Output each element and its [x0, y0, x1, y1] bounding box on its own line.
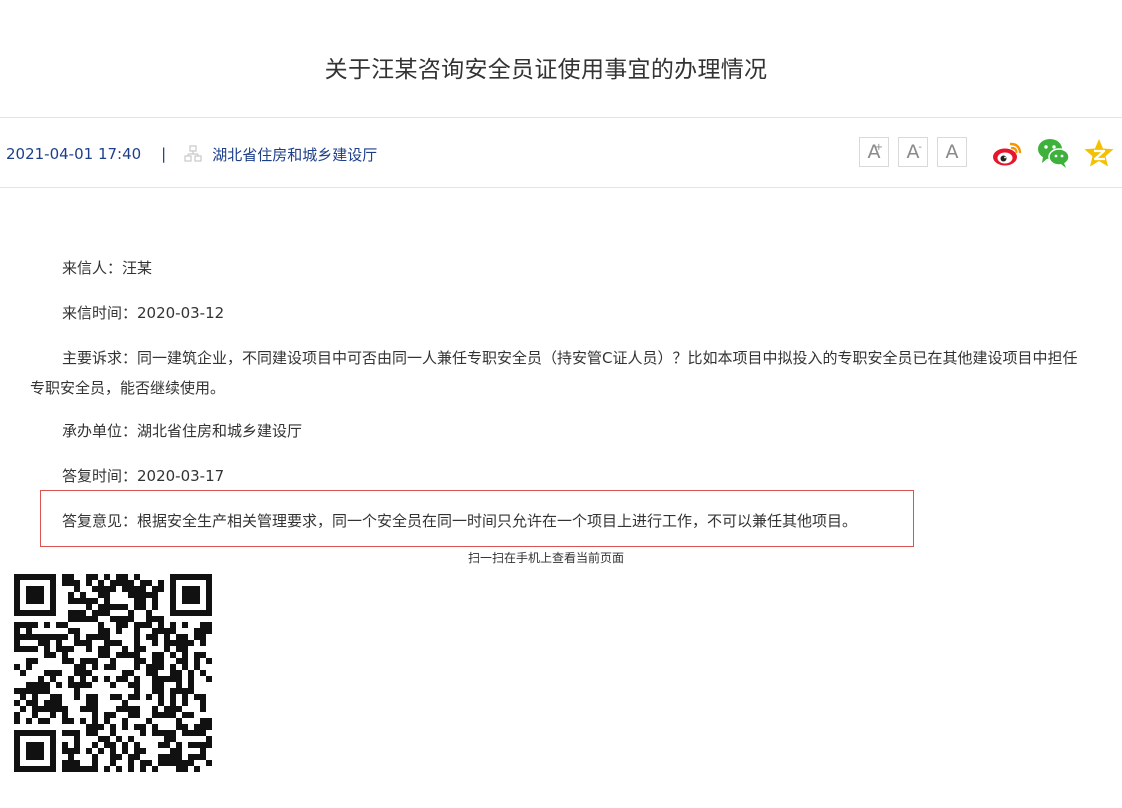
font-decrease-button[interactable]: A -	[898, 137, 928, 167]
font-decrease-mark: -	[918, 142, 922, 153]
qr-caption: 扫一扫在手机上查看当前页面	[467, 551, 624, 565]
weibo-icon[interactable]	[991, 136, 1025, 170]
article-meta: 2021-04-01 17:40 | 湖北省住房和城乡建设厅	[6, 143, 377, 165]
publish-date: 2021-04-01 17:40	[6, 145, 142, 163]
wechat-icon[interactable]	[1037, 136, 1071, 170]
appeal-paragraph: 主要诉求：同一建筑企业，不同建设项目中可否由同一人兼任专职安全员（持安管C证人员…	[30, 349, 1078, 397]
article-source[interactable]: 湖北省住房和城乡建设厅	[212, 144, 377, 165]
font-reset-label: A	[945, 141, 959, 163]
font-size-controls: A + A - A	[859, 137, 976, 167]
letter-date-line: 来信时间：2020-03-12	[62, 304, 225, 322]
handler-line: 承办单位：湖北省住房和城乡建设厅	[62, 422, 303, 440]
sender-line: 来信人：汪某	[62, 259, 153, 277]
share-bar	[991, 136, 1115, 170]
font-increase-mark: +	[874, 142, 883, 153]
page-title: 关于汪某咨询安全员证使用事宜的办理情况	[324, 57, 768, 83]
reply-paragraph: 答复意见：根据安全生产相关管理要求，同一个安全员在同一时间只允许在一个项目上进行…	[62, 512, 858, 530]
reply-date-line: 答复时间：2020-03-17	[62, 467, 225, 485]
meta-separator: |	[161, 145, 167, 163]
font-increase-button[interactable]: A +	[859, 137, 889, 167]
header-divider-bottom	[0, 187, 1122, 188]
header-divider-top	[0, 117, 1122, 118]
organization-icon	[184, 145, 202, 162]
qr-code	[14, 574, 212, 772]
qzone-icon[interactable]	[1083, 137, 1115, 169]
font-reset-button[interactable]: A	[937, 137, 967, 167]
